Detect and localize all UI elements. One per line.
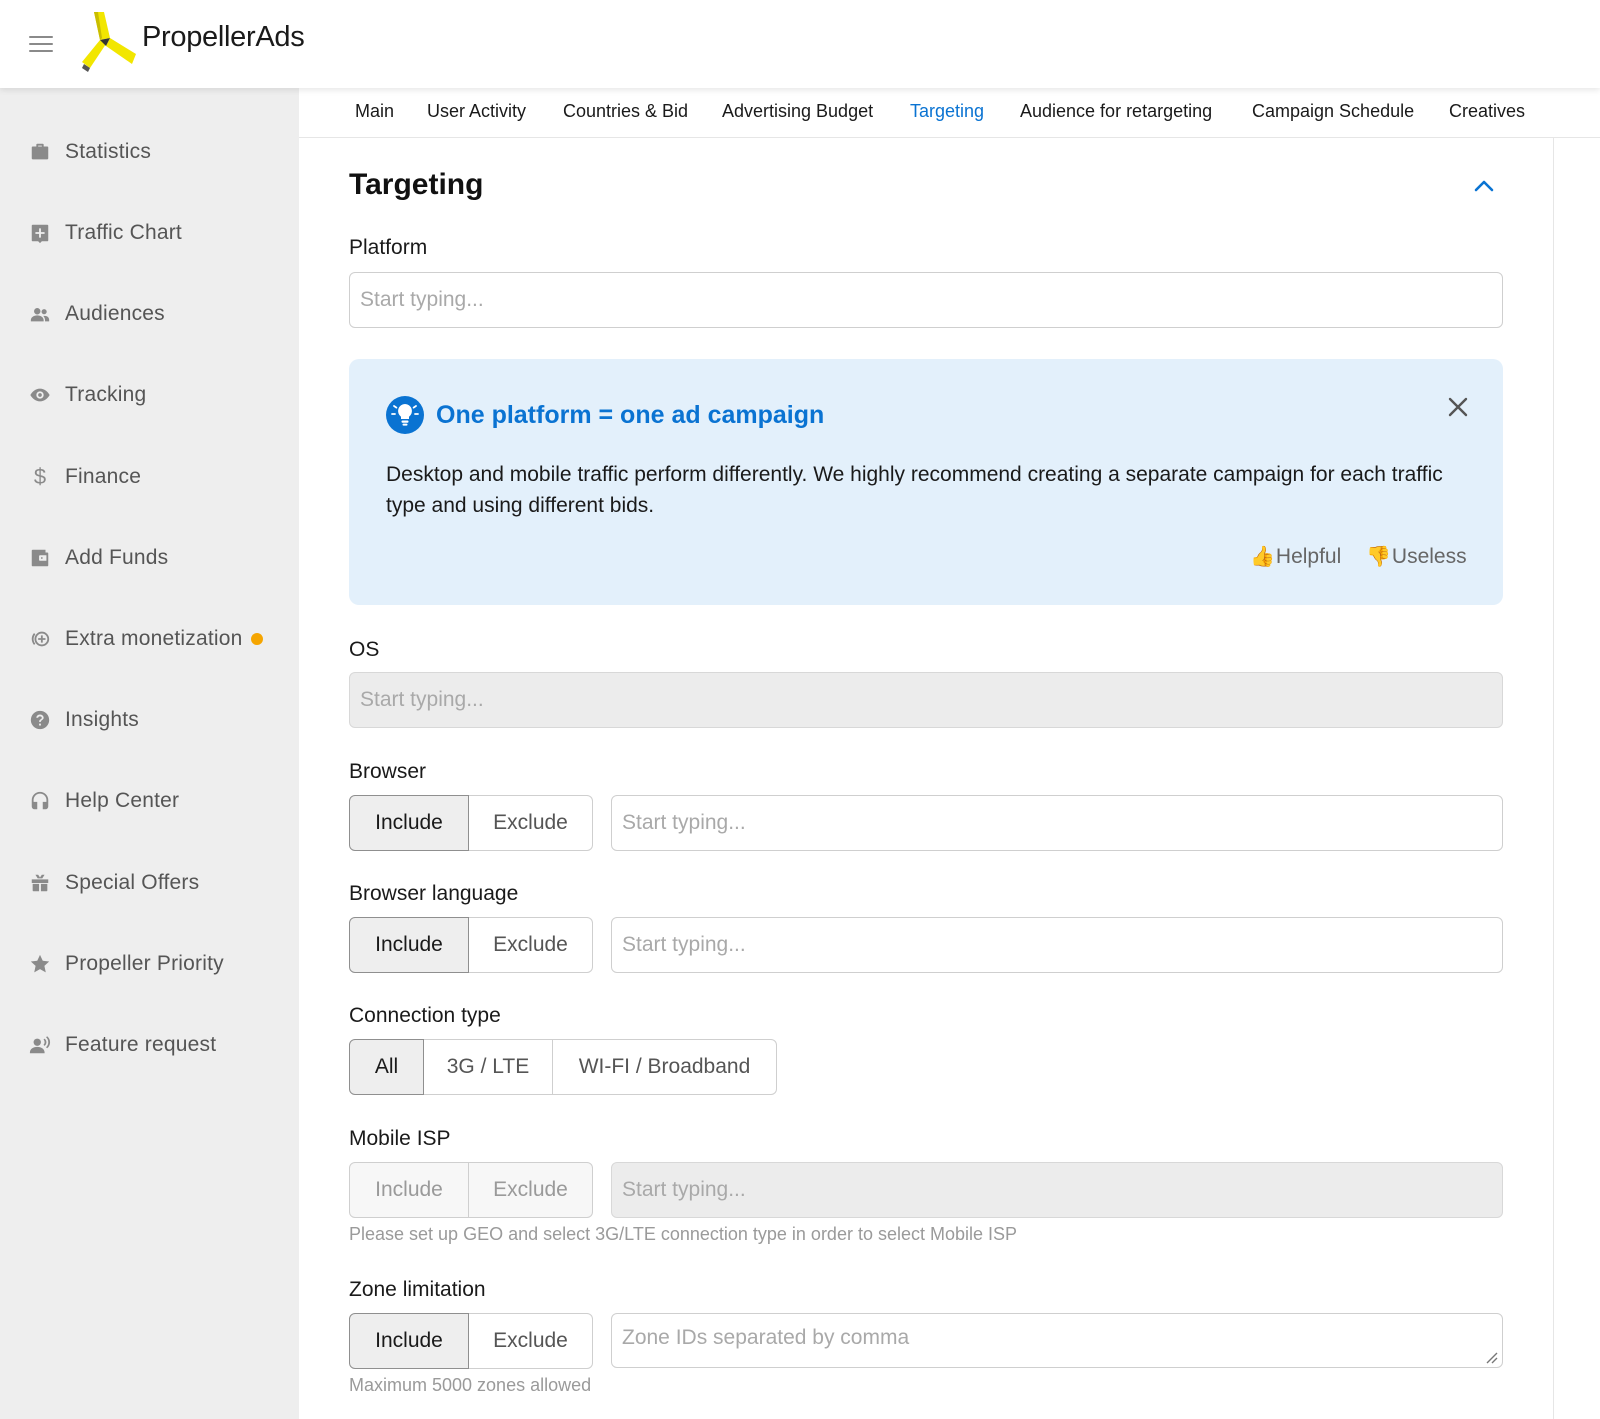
os-input[interactable] [349,672,1503,728]
sidebar-item-label: Finance [65,465,142,488]
browser-language-input[interactable] [611,917,1503,973]
browser-label: Browser [349,760,427,783]
brand-name: PropellerAds [142,20,305,53]
helpful-button[interactable]: 👍 Helpful [1250,544,1341,569]
sidebar-item-label: Feature request [65,1033,217,1056]
zone-exclude-button[interactable]: Exclude [469,1313,593,1369]
info-title: One platform = one ad campaign [436,401,825,429]
info-text: Desktop and mobile traffic perform diffe… [386,463,1443,517]
browser-include-exclude: Include Exclude [349,795,593,851]
mobile-isp-exclude-button[interactable]: Exclude [469,1162,593,1218]
info-box: One platform = one ad campaign Desktop a… [349,359,1503,605]
sidebar-item-label: Propeller Priority [65,952,224,975]
mobile-isp-include-button[interactable]: Include [349,1162,469,1218]
wallet-icon [28,546,52,570]
mobile-isp-input[interactable] [611,1162,1503,1218]
zone-limitation-include-exclude: Include Exclude [349,1313,593,1369]
browser-input[interactable] [611,795,1503,851]
campaign-tabs: Main User Activity Countries & Bid Adver… [299,88,1600,138]
sidebar-item-label: Tracking [65,383,147,406]
browser-include-button[interactable]: Include [349,795,469,851]
people-icon [28,302,52,326]
browser-language-exclude-button[interactable]: Exclude [469,917,593,973]
connection-type-label: Connection type [349,1004,501,1027]
sidebar-item-extra-monetization[interactable]: Extra monetization [0,615,299,663]
sidebar-item-feature-request[interactable]: Feature request [0,1021,299,1069]
tab-countries-bid[interactable]: Countries & Bid [563,101,688,122]
tab-creatives[interactable]: Creatives [1449,101,1525,122]
connection-wifi-broadband-button[interactable]: WI-FI / Broadband [553,1039,777,1095]
top-bar: PropellerAds [0,0,1600,88]
propeller-logo-icon [82,12,136,72]
sidebar: Statistics Traffic Chart Audiences Track… [0,88,299,1419]
sidebar-item-insights[interactable]: Insights [0,696,299,744]
zone-limitation-label: Zone limitation [349,1278,486,1301]
zone-include-button[interactable]: Include [349,1313,469,1369]
browser-exclude-button[interactable]: Exclude [469,795,593,851]
headset-icon [28,789,52,813]
sidebar-item-help-center[interactable]: Help Center [0,777,299,825]
sidebar-item-audiences[interactable]: Audiences [0,290,299,338]
sidebar-item-propeller-priority[interactable]: Propeller Priority [0,940,299,988]
mobile-isp-hint: Please set up GEO and select 3G/LTE conn… [349,1224,1018,1244]
star-icon [28,952,52,976]
gift-icon [28,871,52,895]
sidebar-item-add-funds[interactable]: Add Funds [0,534,299,582]
mobile-isp-include-exclude: Include Exclude [349,1162,593,1218]
chevron-up-icon[interactable] [1470,172,1498,200]
tab-user-activity[interactable]: User Activity [427,101,526,122]
useless-label: Useless [1391,544,1467,568]
sidebar-item-finance[interactable]: $ Finance [0,453,299,501]
eye-icon [28,383,52,407]
connection-type-selector: All 3G / LTE WI-FI / Broadband [349,1039,777,1095]
sidebar-item-label: Audiences [65,302,165,325]
new-badge-dot [250,633,263,645]
sidebar-item-tracking[interactable]: Tracking [0,371,299,419]
chart-icon [28,221,52,245]
lightbulb-icon [386,396,424,434]
close-icon[interactable] [1445,394,1471,420]
content-divider [1553,138,1554,1419]
connection-all-button[interactable]: All [349,1039,424,1095]
helpful-label: Helpful [1275,544,1342,568]
os-label: OS [349,638,380,661]
tab-audience-retargeting[interactable]: Audience for retargeting [1020,101,1212,122]
browser-language-label: Browser language [349,882,519,905]
sidebar-item-statistics[interactable]: Statistics [0,128,299,176]
zone-limitation-hint: Maximum 5000 zones allowed [349,1375,592,1395]
mobile-isp-label: Mobile ISP [349,1127,451,1150]
thumbs-down-icon: 👎 [1366,546,1391,568]
sidebar-item-label: Extra monetization [65,627,243,650]
tab-advertising-budget[interactable]: Advertising Budget [722,101,873,122]
tab-campaign-schedule[interactable]: Campaign Schedule [1252,101,1414,122]
browser-language-include-exclude: Include Exclude [349,917,593,973]
zone-ids-textarea[interactable] [611,1313,1503,1368]
browser-language-include-button[interactable]: Include [349,917,469,973]
resize-handle-icon[interactable] [1484,1350,1498,1364]
person-speaking-icon [28,1033,52,1057]
sidebar-item-label: Insights [65,708,139,731]
sidebar-item-traffic-chart[interactable]: Traffic Chart [0,209,299,257]
tab-main[interactable]: Main [355,101,394,122]
coin-plus-icon [28,627,52,651]
thumbs-up-icon: 👍 [1250,546,1275,568]
sidebar-item-label: Statistics [65,140,152,163]
sidebar-item-label: Help Center [65,789,180,812]
connection-3g-lte-button[interactable]: 3G / LTE [424,1039,553,1095]
briefcase-icon [28,140,52,164]
platform-input[interactable] [349,272,1503,328]
sidebar-item-label: Special Offers [65,871,200,894]
useless-button[interactable]: 👎 Useless [1366,544,1467,569]
hamburger-menu-icon[interactable] [29,36,53,54]
section-title: Targeting [349,168,484,201]
sidebar-item-label: Traffic Chart [65,221,182,244]
logo[interactable]: PropellerAds [80,8,305,72]
sidebar-item-label: Add Funds [65,546,169,569]
sidebar-item-special-offers[interactable]: Special Offers [0,859,299,907]
tab-targeting[interactable]: Targeting [910,101,984,122]
question-icon [28,708,52,732]
platform-label: Platform [349,236,428,259]
dollar-icon: $ [33,464,47,489]
